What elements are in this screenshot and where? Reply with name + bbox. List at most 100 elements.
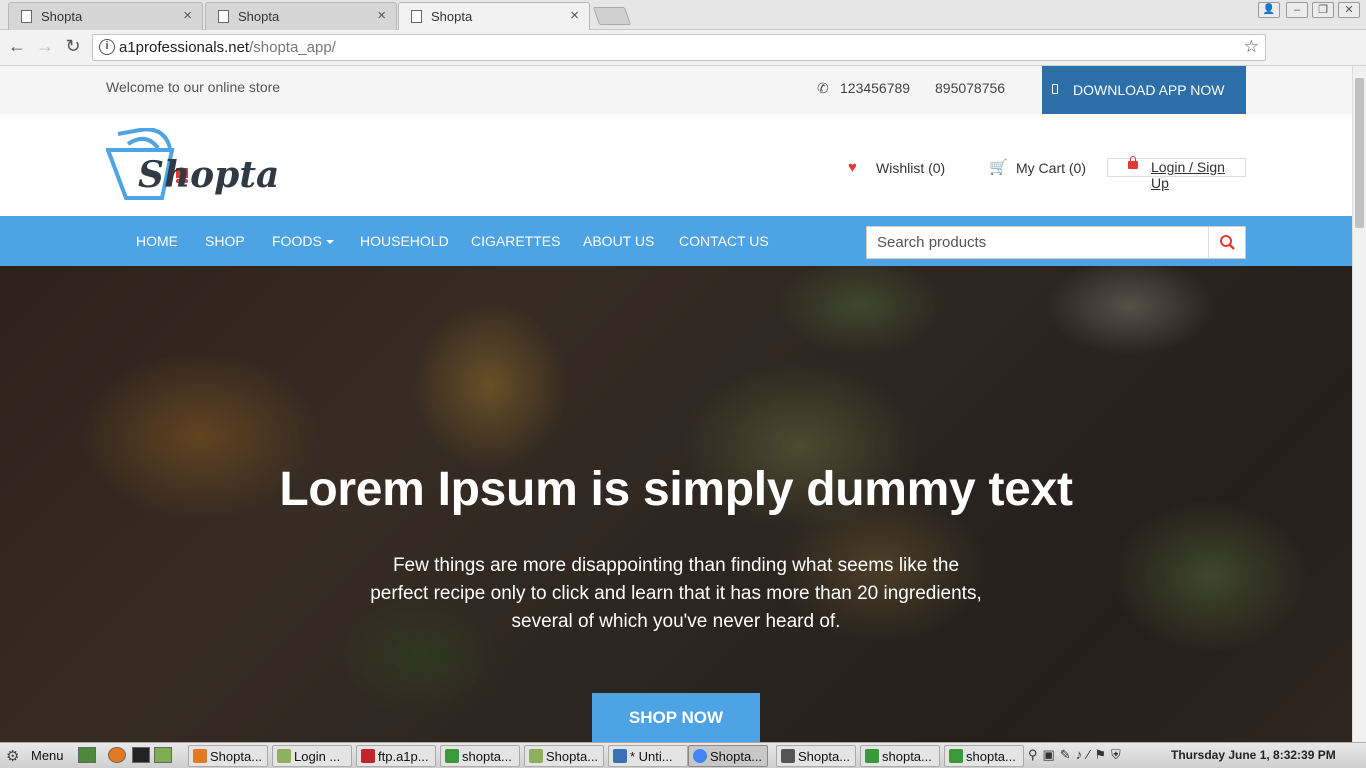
- phone-number: 895078756: [935, 80, 1006, 96]
- folder-icon: [529, 749, 543, 763]
- address-bar[interactable]: i a1professionals.net/shopta_app/ ☆: [92, 34, 1266, 61]
- cart-link[interactable]: My Cart (0): [1016, 160, 1086, 176]
- close-icon[interactable]: ×: [183, 7, 192, 24]
- window-controls: – ❐ ✕: [1286, 2, 1360, 20]
- taskbar-window[interactable]: shopta...: [440, 745, 520, 767]
- editor-icon: [865, 749, 879, 763]
- close-icon[interactable]: ×: [377, 7, 386, 24]
- taskbar-window[interactable]: * Unti...: [608, 745, 688, 767]
- browser-tab[interactable]: Shopta ×: [8, 2, 203, 30]
- editor-icon: [949, 749, 963, 763]
- taskbar-window[interactable]: Shopta...: [776, 745, 856, 767]
- url-host: a1professionals.net: [119, 39, 250, 56]
- clock[interactable]: Thursday June 1, 8:32:39 PM: [1171, 748, 1336, 762]
- page-scrollbar[interactable]: [1352, 66, 1366, 742]
- mobile-icon: [1052, 84, 1058, 94]
- files-icon[interactable]: [154, 747, 172, 763]
- nav-foods-label: FOODS: [272, 233, 322, 249]
- download-app-button[interactable]: DOWNLOAD APP NOW: [1042, 66, 1246, 114]
- product-search: [866, 226, 1246, 259]
- app-icon: [781, 749, 795, 763]
- hero-banner: Lorem Ipsum is simply dummy text Few thi…: [0, 266, 1352, 742]
- hero-subtitle: Few things are more disappointing than f…: [370, 555, 982, 632]
- taskbar-window[interactable]: Login ...: [272, 745, 352, 767]
- reload-icon[interactable]: ↻: [62, 36, 84, 57]
- phone-number: 123456789: [840, 80, 911, 96]
- login-signup[interactable]: Login / Sign Up: [1107, 156, 1246, 191]
- bookmark-star-icon[interactable]: ☆: [1244, 37, 1259, 57]
- scrollbar-thumb[interactable]: [1355, 78, 1364, 228]
- firefox-icon[interactable]: [108, 747, 126, 763]
- close-icon[interactable]: ×: [570, 7, 579, 24]
- tab-title: Shopta: [431, 9, 473, 24]
- restore-button[interactable]: ❐: [1312, 2, 1334, 18]
- site-header: Shopta ♥ Wishlist (0) 🛒 My Cart (0) Logi…: [0, 114, 1352, 216]
- taskbar-window-label: Login ...: [294, 749, 341, 764]
- taskbar-window-active[interactable]: Shopta...: [688, 745, 768, 767]
- url-path: /shopta_app/: [249, 39, 336, 56]
- nav-contact-us[interactable]: CONTACT US: [679, 233, 769, 249]
- browser-tab-strip: Shopta × Shopta × Shopta × 👤 – ❐ ✕: [0, 0, 1366, 31]
- forward-arrow-icon[interactable]: →: [34, 36, 56, 57]
- nav-shop[interactable]: SHOP: [205, 233, 245, 249]
- top-info-bar: Welcome to our online store ✆ 123456789 …: [0, 66, 1352, 114]
- page-icon: [21, 10, 32, 23]
- user-icon[interactable]: 👤: [1258, 2, 1280, 18]
- back-arrow-icon[interactable]: ←: [6, 36, 28, 57]
- start-menu-label: Menu: [31, 748, 64, 763]
- logo-text: Shopta: [138, 154, 280, 196]
- taskbar-window[interactable]: Shopta...: [524, 745, 604, 767]
- login-signup-link[interactable]: Login / Sign Up: [1151, 159, 1245, 191]
- tab-title: Shopta: [238, 9, 280, 24]
- browser-toolbar: ← → ↻ i a1professionals.net/shopta_app/ …: [0, 30, 1366, 90]
- nav-foods[interactable]: FOODS: [272, 233, 334, 249]
- taskbar-window-label: * Unti...: [630, 749, 673, 764]
- phone-icon: ✆: [817, 80, 829, 96]
- gear-icon: ⚙: [6, 748, 20, 765]
- filezilla-icon: [361, 749, 375, 763]
- heart-icon: ♥: [848, 159, 857, 176]
- tab-title: Shopta: [41, 9, 83, 24]
- taskbar-window-label: ftp.a1p...: [378, 749, 429, 764]
- download-app-label: DOWNLOAD APP NOW: [1073, 82, 1225, 98]
- taskbar-window[interactable]: shopta...: [860, 745, 940, 767]
- terminal-icon[interactable]: [132, 747, 150, 763]
- start-menu-button[interactable]: ⚙ Menu: [6, 747, 64, 765]
- cart-icon: 🛒: [989, 159, 1008, 176]
- browser-tab-active[interactable]: Shopta ×: [398, 2, 590, 31]
- taskbar-window-label: Shopta...: [546, 749, 599, 764]
- minimize-button[interactable]: –: [1286, 2, 1308, 18]
- taskbar-window-label: Shopta...: [710, 749, 763, 764]
- page-icon: [411, 10, 422, 23]
- system-tray[interactable]: ⚲▣✎♪⁄⚑⛨: [1028, 747, 1126, 763]
- taskbar-window-label: Shopta...: [210, 749, 263, 764]
- new-tab-button[interactable]: [592, 7, 632, 25]
- main-navigation: HOME SHOP FOODS HOUSEHOLD CIGARETTES ABO…: [0, 216, 1352, 266]
- nav-household[interactable]: HOUSEHOLD: [360, 233, 449, 249]
- nav-home[interactable]: HOME: [136, 233, 178, 249]
- taskbar-window[interactable]: Shopta...: [188, 745, 268, 767]
- taskbar-window-label: shopta...: [462, 749, 512, 764]
- close-window-button[interactable]: ✕: [1338, 2, 1360, 18]
- nav-cigarettes[interactable]: CIGARETTES: [471, 233, 560, 249]
- taskbar-window-label: shopta...: [966, 749, 1016, 764]
- nav-about-us[interactable]: ABOUT US: [583, 233, 654, 249]
- search-icon: [1220, 235, 1235, 250]
- web-page: Welcome to our online store ✆ 123456789 …: [0, 66, 1352, 742]
- hero-title: Lorem Ipsum is simply dummy text: [279, 463, 1073, 516]
- info-icon[interactable]: i: [99, 39, 115, 55]
- taskbar-window[interactable]: shopta...: [944, 745, 1024, 767]
- taskbar-window[interactable]: ftp.a1p...: [356, 745, 436, 767]
- wishlist-link[interactable]: Wishlist (0): [876, 160, 945, 176]
- shop-now-button[interactable]: SHOP NOW: [592, 693, 760, 742]
- search-input[interactable]: [867, 227, 1208, 258]
- welcome-text: Welcome to our online store: [106, 79, 281, 95]
- page-icon: [218, 10, 229, 23]
- shopta-logo[interactable]: Shopta: [105, 127, 279, 202]
- lock-icon: [1128, 156, 1138, 169]
- show-desktop-icon[interactable]: [78, 747, 96, 763]
- os-taskbar: ⚙ Menu Shopta... Login ... ftp.a1p... sh…: [0, 742, 1366, 768]
- firefox-icon: [193, 749, 207, 763]
- search-button[interactable]: [1209, 227, 1246, 258]
- browser-tab[interactable]: Shopta ×: [205, 2, 397, 30]
